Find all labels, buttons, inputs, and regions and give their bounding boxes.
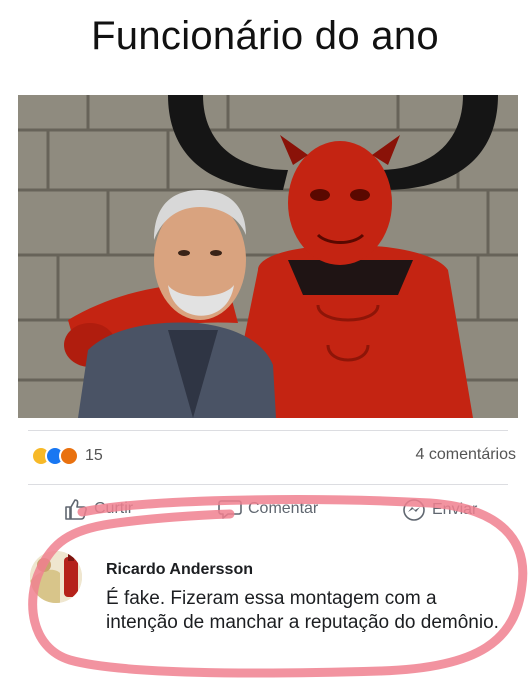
reaction-summary[interactable]: 15 bbox=[31, 445, 103, 467]
comment-bubble-icon bbox=[218, 500, 242, 519]
post-actions-bar: Curtir Comentar Enviar bbox=[28, 498, 508, 528]
comment-button[interactable]: Comentar bbox=[218, 498, 318, 520]
post-photo[interactable] bbox=[18, 95, 518, 418]
share-label: Enviar bbox=[432, 501, 478, 518]
comment-text: É fake. Fizeram essa montagem com a inte… bbox=[106, 588, 499, 633]
share-button[interactable]: Enviar bbox=[402, 498, 477, 522]
comment-author[interactable]: Ricardo Andersson bbox=[106, 561, 253, 579]
comment-label: Comentar bbox=[248, 500, 319, 517]
like-label: Curtir bbox=[94, 500, 134, 517]
reactions-count: 15 bbox=[85, 447, 103, 464]
avatar[interactable] bbox=[30, 551, 82, 603]
thumbs-up-icon bbox=[65, 499, 87, 520]
comments-count-link[interactable]: 4 comentários bbox=[416, 446, 517, 464]
divider bbox=[28, 430, 508, 431]
like-button[interactable]: Curtir bbox=[64, 498, 133, 520]
messenger-icon bbox=[403, 499, 425, 521]
divider bbox=[28, 484, 508, 485]
angry-icon bbox=[59, 446, 79, 466]
post-title: Funcionário do ano bbox=[91, 14, 439, 58]
photo-illustration bbox=[18, 95, 518, 418]
avatar-image bbox=[30, 551, 82, 603]
